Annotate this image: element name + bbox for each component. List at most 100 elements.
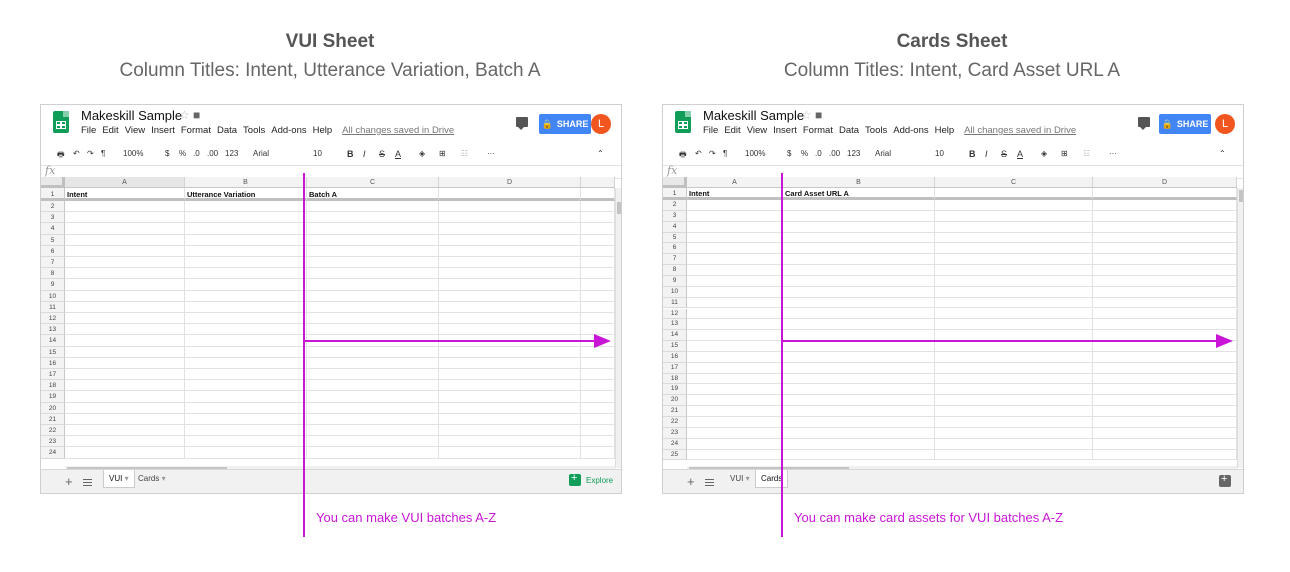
table-cell[interactable]	[581, 313, 615, 325]
table-cell[interactable]	[307, 201, 439, 213]
row-header[interactable]: 11	[41, 301, 65, 313]
table-cell[interactable]	[439, 324, 581, 336]
currency-button[interactable]: $	[165, 149, 169, 158]
table-cell[interactable]	[185, 324, 307, 336]
row-header[interactable]: 22	[41, 425, 65, 437]
table-cell[interactable]	[65, 380, 185, 392]
row-header[interactable]: 13	[41, 324, 65, 336]
header-cell[interactable]	[1093, 188, 1237, 200]
text-color-button[interactable]: A	[1017, 149, 1023, 159]
menu-tools[interactable]: Tools	[243, 125, 265, 136]
table-cell[interactable]	[307, 223, 439, 235]
table-cell[interactable]	[581, 413, 615, 425]
row-header[interactable]: 6	[41, 245, 65, 257]
row-header[interactable]: 1	[41, 188, 65, 201]
table-cell[interactable]	[935, 200, 1093, 211]
row-header[interactable]: 25	[663, 449, 687, 461]
header-cell[interactable]	[439, 188, 581, 201]
folder-icon[interactable]: ■	[815, 108, 822, 122]
menu-file[interactable]: File	[703, 125, 718, 136]
row-header[interactable]: 20	[41, 402, 65, 414]
table-cell[interactable]	[439, 447, 581, 459]
vertical-scroll-thumb[interactable]	[617, 202, 621, 214]
table-cell[interactable]	[439, 234, 581, 246]
column-header-c[interactable]: C	[307, 177, 439, 188]
table-cell[interactable]	[185, 447, 307, 459]
table-cell[interactable]	[687, 384, 783, 396]
table-cell[interactable]	[439, 425, 581, 437]
table-cell[interactable]	[1093, 286, 1237, 298]
column-header-a[interactable]: A	[65, 177, 185, 188]
row-header[interactable]: 10	[663, 286, 687, 298]
table-cell[interactable]	[935, 254, 1093, 266]
table-cell[interactable]	[935, 449, 1093, 461]
row-header[interactable]: 15	[41, 346, 65, 358]
redo-icon[interactable]: ↷	[709, 149, 716, 158]
table-cell[interactable]	[65, 324, 185, 336]
table-cell[interactable]	[687, 254, 783, 266]
table-cell[interactable]	[687, 265, 783, 276]
table-cell[interactable]	[65, 212, 185, 224]
table-cell[interactable]	[1093, 275, 1237, 287]
table-cell[interactable]	[439, 436, 581, 448]
menu-data[interactable]: Data	[839, 125, 859, 136]
save-status[interactable]: All changes saved in Drive	[964, 125, 1076, 136]
save-status[interactable]: All changes saved in Drive	[342, 125, 454, 136]
table-cell[interactable]	[783, 221, 935, 233]
row-header[interactable]: 16	[663, 351, 687, 363]
explore-icon[interactable]	[1219, 473, 1231, 487]
table-cell[interactable]	[307, 391, 439, 403]
table-cell[interactable]	[65, 268, 185, 280]
table-cell[interactable]	[783, 341, 935, 352]
row-header[interactable]: 24	[41, 447, 65, 459]
menu-help[interactable]: Help	[313, 125, 333, 136]
table-cell[interactable]	[935, 275, 1093, 287]
row-header[interactable]: 18	[663, 373, 687, 385]
select-all-corner[interactable]	[41, 177, 65, 188]
table-cell[interactable]	[65, 335, 185, 347]
more-button[interactable]: ···	[487, 149, 495, 158]
table-cell[interactable]	[185, 279, 307, 291]
text-color-button[interactable]: A	[395, 149, 401, 159]
table-cell[interactable]	[935, 427, 1093, 439]
zoom-select[interactable]: 100%	[745, 149, 765, 158]
table-cell[interactable]	[1093, 427, 1237, 439]
undo-icon[interactable]: ↶	[695, 149, 702, 158]
row-header[interactable]: 21	[41, 413, 65, 425]
row-header[interactable]: 2	[663, 200, 687, 211]
table-cell[interactable]	[307, 413, 439, 425]
table-cell[interactable]	[439, 391, 581, 403]
print-icon[interactable]: 🖶	[679, 149, 687, 163]
table-cell[interactable]	[65, 201, 185, 213]
row-header[interactable]: 23	[41, 436, 65, 448]
table-cell[interactable]	[687, 232, 783, 244]
share-button[interactable]: 🔒 SHARE	[539, 114, 591, 134]
redo-icon[interactable]: ↷	[87, 149, 94, 158]
avatar[interactable]: L	[591, 114, 611, 134]
row-header[interactable]: 8	[663, 265, 687, 276]
table-cell[interactable]	[65, 413, 185, 425]
table-cell[interactable]	[1093, 373, 1237, 385]
menu-insert[interactable]: Insert	[773, 125, 797, 136]
table-cell[interactable]	[581, 223, 615, 235]
increase-decimal-button[interactable]: .00	[829, 149, 840, 158]
table-cell[interactable]	[783, 427, 935, 439]
table-cell[interactable]	[65, 245, 185, 257]
table-cell[interactable]	[65, 313, 185, 325]
table-cell[interactable]	[783, 438, 935, 450]
font-select[interactable]: Arial	[253, 149, 269, 158]
star-icon[interactable]: ☆	[179, 108, 190, 122]
table-cell[interactable]	[783, 362, 935, 374]
table-cell[interactable]	[185, 234, 307, 246]
table-cell[interactable]	[307, 290, 439, 302]
menu-help[interactable]: Help	[935, 125, 955, 136]
table-cell[interactable]	[185, 436, 307, 448]
table-cell[interactable]	[307, 245, 439, 257]
table-cell[interactable]	[687, 362, 783, 374]
table-cell[interactable]	[783, 308, 935, 320]
row-header[interactable]: 13	[663, 319, 687, 331]
table-cell[interactable]	[935, 406, 1093, 417]
table-cell[interactable]	[1093, 210, 1237, 222]
table-cell[interactable]	[935, 384, 1093, 396]
table-cell[interactable]	[687, 341, 783, 352]
